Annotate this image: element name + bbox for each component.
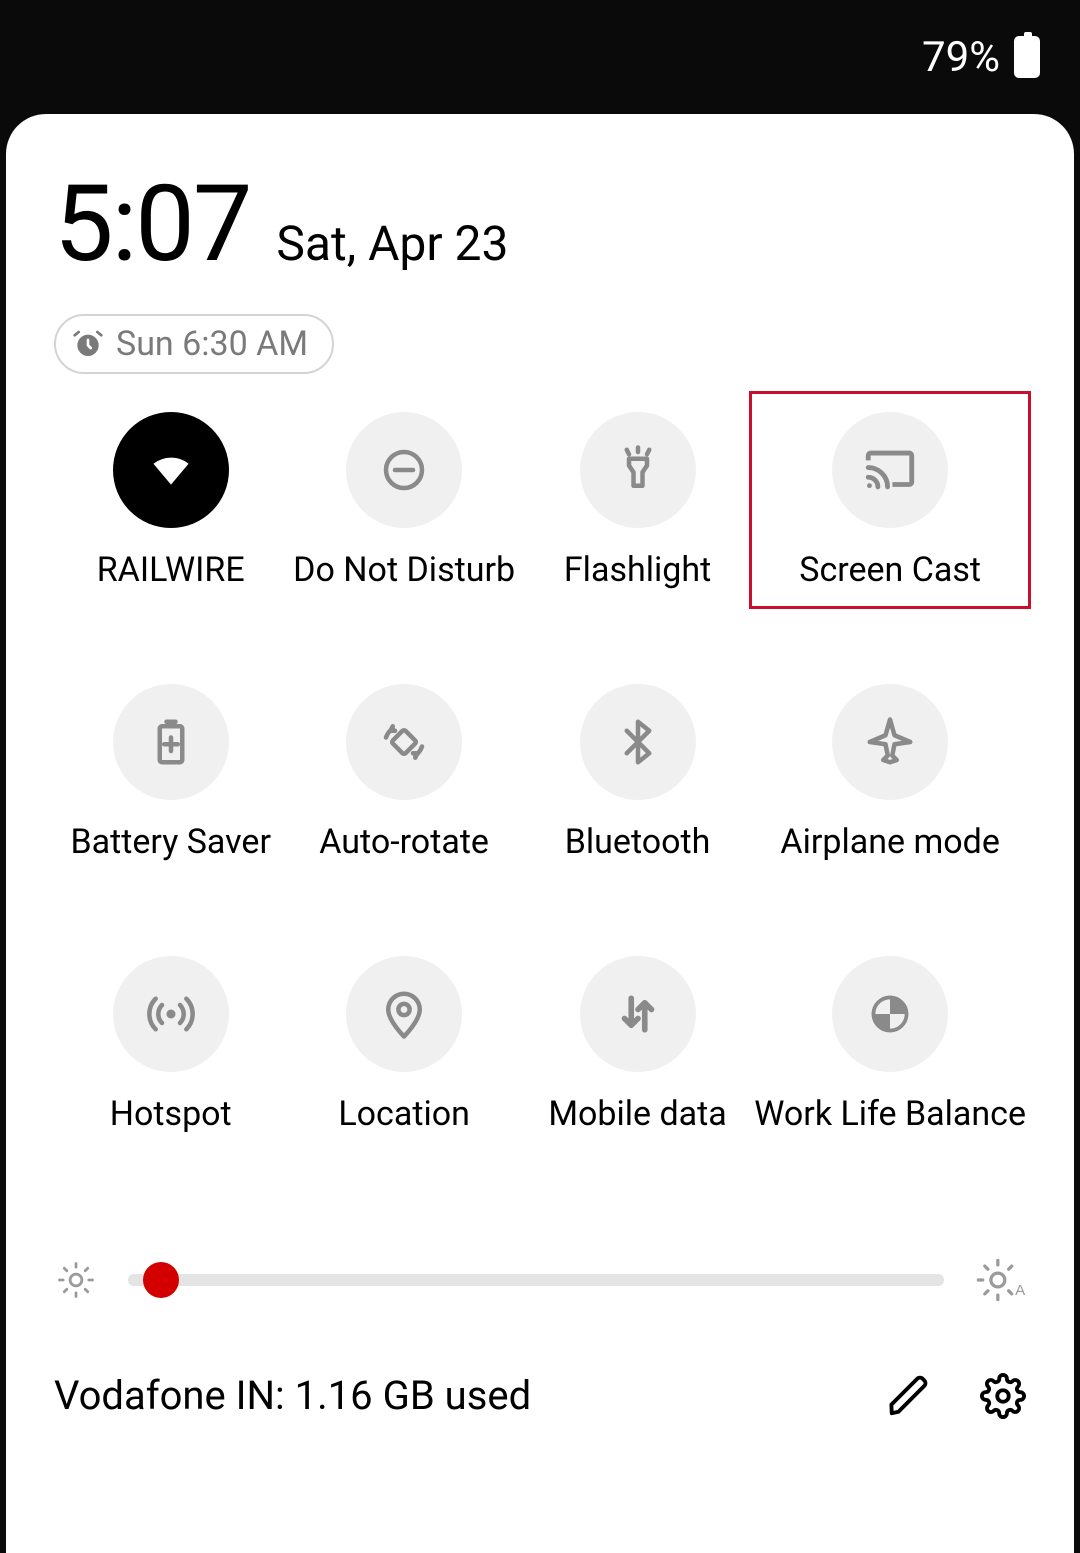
bluetooth-icon bbox=[580, 684, 696, 800]
tile-airplane-mode[interactable]: Airplane mode bbox=[754, 684, 1026, 862]
footer-row: Vodafone IN: 1.16 GB used bbox=[54, 1372, 1026, 1419]
settings-icon[interactable] bbox=[980, 1373, 1026, 1419]
airplane-icon bbox=[832, 684, 948, 800]
tile-auto-rotate[interactable]: Auto-rotate bbox=[287, 684, 520, 862]
rotate-icon bbox=[346, 684, 462, 800]
flashlight-icon bbox=[580, 412, 696, 528]
alarm-label: Sun 6:30 AM bbox=[116, 324, 308, 364]
clock-date[interactable]: Sat, Apr 23 bbox=[276, 215, 508, 272]
battery-percent: 79% bbox=[922, 33, 1000, 82]
location-icon bbox=[346, 956, 462, 1072]
tile-label: RAILWIRE bbox=[97, 550, 245, 590]
battery-icon bbox=[1014, 36, 1040, 78]
tile-mobile-data[interactable]: Mobile data bbox=[521, 956, 754, 1134]
tile-label: Battery Saver bbox=[70, 822, 271, 862]
tile-flashlight[interactable]: Flashlight bbox=[521, 412, 754, 590]
cast-icon bbox=[832, 412, 948, 528]
quick-settings-panel: 5:07 Sat, Apr 23 Sun 6:30 AM RAILWIRE Do … bbox=[6, 114, 1074, 1553]
tile-label: Work Life Balance bbox=[754, 1094, 1026, 1134]
brightness-low-icon bbox=[54, 1258, 98, 1302]
tile-label: Flashlight bbox=[564, 550, 711, 590]
brightness-auto-icon[interactable]: A bbox=[974, 1254, 1026, 1306]
mobiledata-icon bbox=[580, 956, 696, 1072]
clock-row: 5:07 Sat, Apr 23 bbox=[54, 162, 1026, 286]
alarm-icon bbox=[72, 328, 104, 360]
tile-railwire[interactable]: RAILWIRE bbox=[54, 412, 287, 590]
edit-icon[interactable] bbox=[886, 1373, 932, 1419]
dnd-icon bbox=[346, 412, 462, 528]
data-usage-text[interactable]: Vodafone IN: 1.16 GB used bbox=[54, 1372, 531, 1419]
status-bar: 79% bbox=[0, 0, 1080, 114]
tile-label: Location bbox=[338, 1094, 470, 1134]
tile-bluetooth[interactable]: Bluetooth bbox=[521, 684, 754, 862]
tile-label: Auto-rotate bbox=[319, 822, 489, 862]
brightness-slider[interactable] bbox=[128, 1274, 944, 1286]
tiles-grid: RAILWIRE Do Not Disturb Flashlight Screen C… bbox=[54, 412, 1026, 1134]
alarm-chip[interactable]: Sun 6:30 AM bbox=[54, 314, 334, 374]
brightness-thumb[interactable] bbox=[143, 1262, 179, 1298]
tile-hotspot[interactable]: Hotspot bbox=[54, 956, 287, 1134]
tile-label: Bluetooth bbox=[565, 822, 711, 862]
clock-time[interactable]: 5:07 bbox=[54, 162, 250, 286]
svg-text:A: A bbox=[1015, 1282, 1026, 1299]
battery-icon bbox=[113, 684, 229, 800]
hotspot-icon bbox=[113, 956, 229, 1072]
tile-work-life-balance[interactable]: Work Life Balance bbox=[754, 956, 1026, 1134]
wifi-icon bbox=[113, 412, 229, 528]
tile-battery-saver[interactable]: Battery Saver bbox=[54, 684, 287, 862]
worklife-icon bbox=[832, 956, 948, 1072]
tile-location[interactable]: Location bbox=[287, 956, 520, 1134]
tile-label: Hotspot bbox=[110, 1094, 232, 1134]
tile-label: Do Not Disturb bbox=[293, 550, 515, 590]
tile-label: Mobile data bbox=[548, 1094, 726, 1134]
tile-do-not-disturb[interactable]: Do Not Disturb bbox=[287, 412, 520, 590]
brightness-row: A bbox=[54, 1254, 1026, 1306]
tile-label: Screen Cast bbox=[799, 550, 981, 590]
tile-label: Airplane mode bbox=[780, 822, 999, 862]
tile-screen-cast[interactable]: Screen Cast bbox=[750, 392, 1030, 608]
